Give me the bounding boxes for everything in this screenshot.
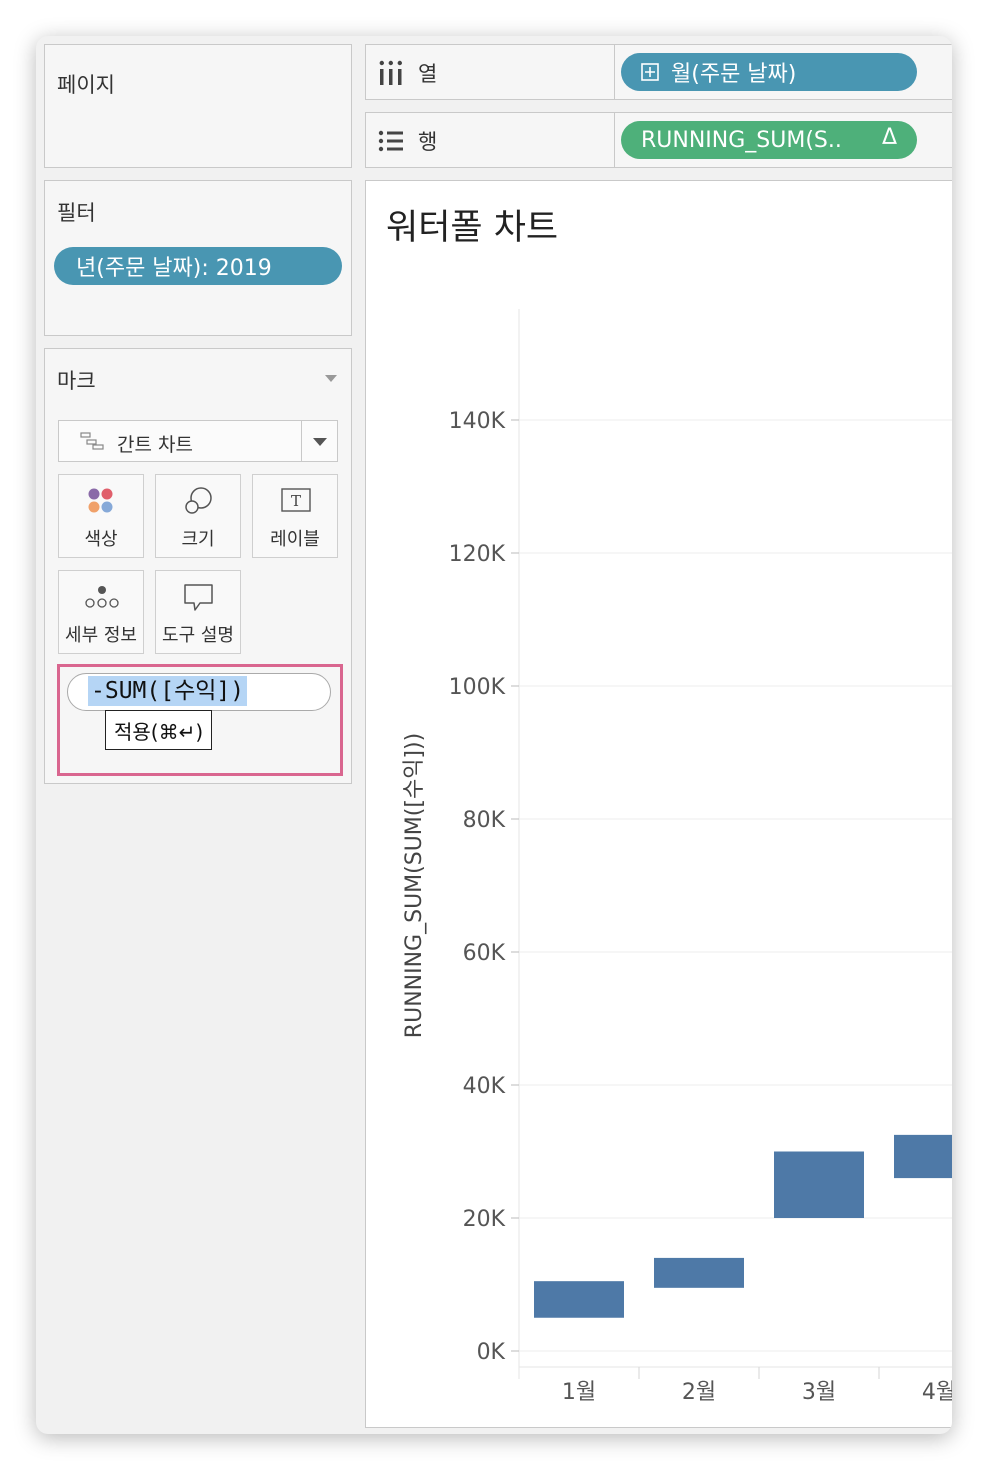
speech-bubble-icon [184, 584, 213, 611]
chevron-down-icon [313, 438, 327, 446]
x-tick-label: 4월 [922, 1380, 952, 1405]
label-button[interactable]: T 레이블 [252, 474, 338, 558]
size-circles-icon [185, 487, 212, 514]
y-tick-label: 0K [477, 1340, 506, 1365]
filter-pill-label: 년(주문 날짜): 2019 [76, 256, 272, 281]
columns-pill-label: 월(주문 날짜) [671, 62, 797, 87]
gantt-icon [80, 432, 104, 450]
rows-shelf: 행 RUNNING_SUM(S.. Δ [365, 112, 952, 168]
formula-text: -SUM([수익]) [88, 676, 248, 706]
filters-panel-title: 필터 [57, 201, 96, 225]
apply-tooltip-label: 적용(⌘↵) [114, 719, 204, 744]
y-tick-label: 100K [449, 675, 506, 700]
label-button-label: 레이블 [270, 529, 320, 550]
gantt-bar [894, 1134, 952, 1179]
y-tick-label: 20K [463, 1207, 506, 1232]
gantt-bar [654, 1257, 744, 1288]
y-tick-label: 140K [449, 409, 506, 434]
columns-shelf: 열 월(주문 날짜) [365, 44, 952, 100]
x-tick-label: 3월 [802, 1380, 836, 1405]
tableau-window: 페이지 필터 년(주문 날짜): 2019 마크 간트 차트 색상 크기 T 레… [36, 36, 952, 1434]
columns-shelf-header: 열 [378, 58, 437, 88]
filter-pill-year[interactable]: 년(주문 날짜): 2019 [54, 247, 342, 285]
gantt-bar [774, 1151, 864, 1218]
text-label-icon: T [281, 488, 311, 512]
chart-area: 워터폴 차트 0K 20K 40K 60K 80K 100K 120K 140K RUNNING… [365, 180, 952, 1428]
apply-tooltip[interactable]: 적용(⌘↵) [105, 710, 213, 750]
x-tick-label: 2월 [682, 1380, 716, 1405]
columns-pill-month[interactable]: 월(주문 날짜) [621, 53, 917, 91]
delta-icon: Δ [881, 125, 897, 150]
rows-shelf-label: 행 [418, 130, 438, 154]
y-axis-title: RUNNING_SUM(SUM([수익])) [402, 733, 427, 1038]
waterfall-chart: 0K 20K 40K 60K 80K 100K 120K 140K RUNNING_SUM(SU… [402, 309, 952, 1405]
mark-type-dropdown[interactable]: 간트 차트 [58, 420, 338, 462]
expand-plus-icon [641, 63, 659, 81]
pages-panel: 페이지 [44, 44, 352, 168]
marks-panel: 마크 간트 차트 색상 크기 T 레이블 세부 정보 도구 설명 -SUM([수… [44, 348, 352, 784]
y-tick-label: 80K [463, 808, 506, 833]
rows-pill-label: RUNNING_SUM(S.. [641, 127, 842, 153]
y-tick-label: 120K [449, 542, 506, 567]
detail-button-label: 세부 정보 [65, 625, 137, 646]
dropdown-divider [301, 421, 302, 461]
y-tick-label: 40K [463, 1074, 506, 1099]
marks-panel-menu-icon[interactable] [325, 375, 337, 382]
detail-dots-icon [85, 586, 119, 608]
columns-shelf-divider [614, 45, 615, 99]
columns-shelf-label: 열 [418, 62, 438, 86]
tooltip-button[interactable]: 도구 설명 [155, 570, 241, 654]
rows-shelf-divider [614, 113, 615, 167]
y-tick-label: 60K [463, 941, 506, 966]
filters-panel: 필터 년(주문 날짜): 2019 [44, 180, 352, 336]
rows-shelf-header: 행 [378, 126, 437, 156]
formula-input[interactable]: -SUM([수익]) [67, 673, 331, 711]
gantt-bar [534, 1281, 624, 1318]
color-button[interactable]: 색상 [58, 474, 144, 558]
rows-pill-running-sum[interactable]: RUNNING_SUM(S.. Δ [621, 121, 917, 159]
color-dots-icon [88, 488, 113, 513]
rows-icon [378, 130, 403, 152]
tooltip-button-label: 도구 설명 [162, 625, 234, 646]
columns-icon [379, 60, 402, 85]
marks-panel-title: 마크 [57, 369, 96, 393]
pages-panel-title: 페이지 [57, 73, 115, 97]
x-tick-label: 1월 [562, 1380, 596, 1405]
svg-text:T: T [291, 492, 301, 510]
size-button[interactable]: 크기 [155, 474, 241, 558]
size-button-label: 크기 [181, 529, 215, 550]
formula-highlight-box: -SUM([수익]) 적용(⌘↵) [57, 664, 343, 776]
detail-button[interactable]: 세부 정보 [58, 570, 144, 654]
color-button-label: 색상 [84, 529, 118, 550]
mark-type-label: 간트 차트 [117, 434, 193, 456]
